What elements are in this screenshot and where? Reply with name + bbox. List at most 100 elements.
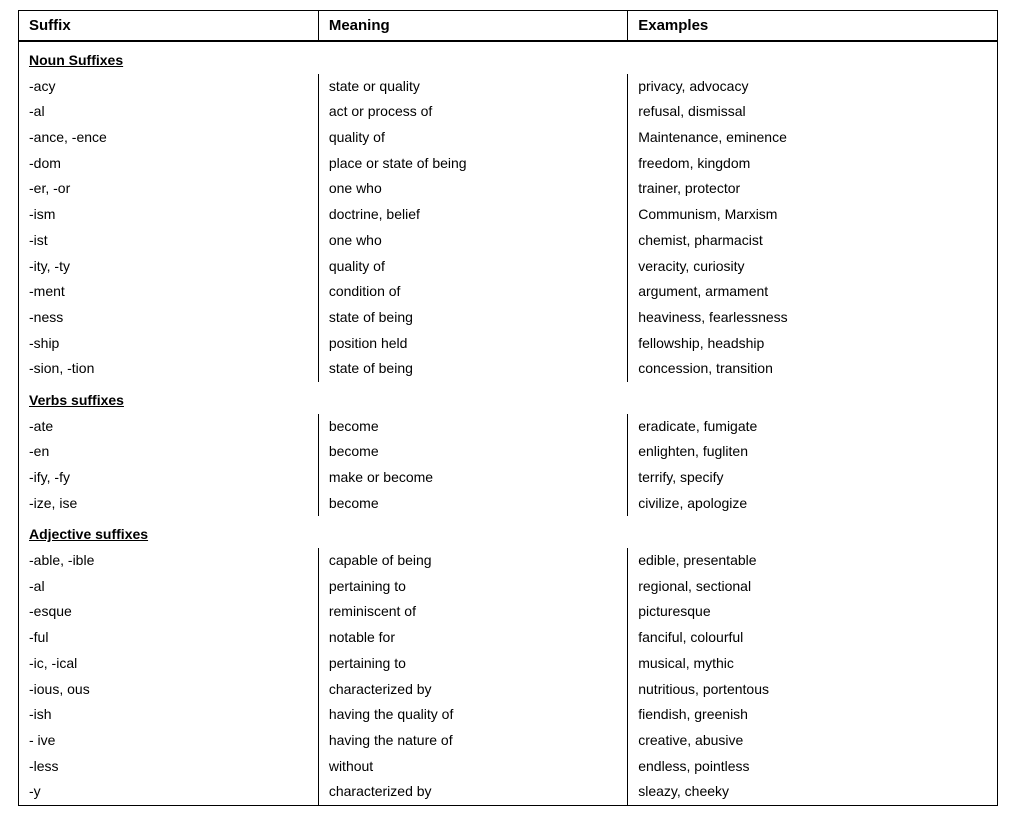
table-row: Verbs suffixes [19, 382, 997, 414]
suffix-table: Suffix Meaning Examples Noun Suffixes-ac… [19, 11, 997, 805]
meaning-cell: doctrine, belief [318, 202, 627, 228]
table-row: -acystate or qualityprivacy, advocacy [19, 74, 997, 100]
table-row: -atebecomeeradicate, fumigate [19, 414, 997, 440]
table-row: -alact or process ofrefusal, dismissal [19, 99, 997, 125]
suffix-cell: -ious, ous [19, 677, 318, 703]
section-header-cell: Verbs suffixes [19, 382, 997, 414]
examples-cell: fellowship, headship [628, 331, 997, 357]
suffix-cell: -ism [19, 202, 318, 228]
suffix-cell: -ful [19, 625, 318, 651]
examples-cell: endless, pointless [628, 754, 997, 780]
table-row: -ance, -encequality ofMaintenance, emine… [19, 125, 997, 151]
examples-cell: veracity, curiosity [628, 254, 997, 280]
examples-cell: civilize, apologize [628, 491, 997, 517]
table-row: -istone whochemist, pharmacist [19, 228, 997, 254]
examples-cell: Communism, Marxism [628, 202, 997, 228]
suffix-cell: -ize, ise [19, 491, 318, 517]
examples-cell: enlighten, fugliten [628, 439, 997, 465]
examples-cell: trainer, protector [628, 176, 997, 202]
suffix-cell: -ic, -ical [19, 651, 318, 677]
examples-cell: Maintenance, eminence [628, 125, 997, 151]
suffix-cell: -ist [19, 228, 318, 254]
table-row: -ishhaving the quality offiendish, green… [19, 702, 997, 728]
examples-cell: privacy, advocacy [628, 74, 997, 100]
suffix-cell: -ity, -ty [19, 254, 318, 280]
meaning-cell: having the quality of [318, 702, 627, 728]
suffix-cell: -ness [19, 305, 318, 331]
suffix-cell: -al [19, 574, 318, 600]
table-row: -ious, ouscharacterized bynutritious, po… [19, 677, 997, 703]
table-row: -mentcondition ofargument, armament [19, 279, 997, 305]
section-header-cell: Adjective suffixes [19, 516, 997, 548]
meaning-cell: quality of [318, 125, 627, 151]
meaning-cell: notable for [318, 625, 627, 651]
meaning-cell: quality of [318, 254, 627, 280]
meaning-cell: become [318, 491, 627, 517]
examples-cell: terrify, specify [628, 465, 997, 491]
examples-cell: creative, abusive [628, 728, 997, 754]
table-row: -sion, -tionstate of beingconcession, tr… [19, 356, 997, 382]
examples-cell: refusal, dismissal [628, 99, 997, 125]
examples-cell: fiendish, greenish [628, 702, 997, 728]
suffix-cell: -ish [19, 702, 318, 728]
table-row: -fulnotable forfanciful, colourful [19, 625, 997, 651]
suffix-cell: -ship [19, 331, 318, 357]
meaning-cell: position held [318, 331, 627, 357]
table-row: -able, -iblecapable of beingedible, pres… [19, 548, 997, 574]
examples-header: Examples [628, 11, 997, 41]
suffix-cell: -sion, -tion [19, 356, 318, 382]
meaning-cell: place or state of being [318, 151, 627, 177]
suffix-cell: -ate [19, 414, 318, 440]
examples-cell: chemist, pharmacist [628, 228, 997, 254]
suffix-table-container: Suffix Meaning Examples Noun Suffixes-ac… [18, 10, 998, 806]
examples-cell: sleazy, cheeky [628, 779, 997, 805]
meaning-cell: pertaining to [318, 651, 627, 677]
examples-cell: concession, transition [628, 356, 997, 382]
suffix-header: Suffix [19, 11, 318, 41]
suffix-cell: -dom [19, 151, 318, 177]
table-row: -lesswithoutendless, pointless [19, 754, 997, 780]
meaning-cell: pertaining to [318, 574, 627, 600]
table-row: -shipposition heldfellowship, headship [19, 331, 997, 357]
section-header-cell: Noun Suffixes [19, 41, 997, 74]
meaning-cell: having the nature of [318, 728, 627, 754]
examples-cell: fanciful, colourful [628, 625, 997, 651]
table-row: -enbecomeenlighten, fugliten [19, 439, 997, 465]
suffix-cell: -ify, -fy [19, 465, 318, 491]
table-row: -ity, -tyquality ofveracity, curiosity [19, 254, 997, 280]
examples-cell: eradicate, fumigate [628, 414, 997, 440]
examples-cell: freedom, kingdom [628, 151, 997, 177]
suffix-cell: -y [19, 779, 318, 805]
suffix-cell: -er, -or [19, 176, 318, 202]
meaning-cell: one who [318, 176, 627, 202]
suffix-cell: - ive [19, 728, 318, 754]
meaning-cell: one who [318, 228, 627, 254]
table-header-row: Suffix Meaning Examples [19, 11, 997, 41]
meaning-cell: act or process of [318, 99, 627, 125]
examples-cell: edible, presentable [628, 548, 997, 574]
meaning-cell: state of being [318, 356, 627, 382]
table-row: -ic, -icalpertaining tomusical, mythic [19, 651, 997, 677]
table-row: -ismdoctrine, beliefCommunism, Marxism [19, 202, 997, 228]
suffix-cell: -esque [19, 599, 318, 625]
table-body: Noun Suffixes-acystate or qualityprivacy… [19, 41, 997, 805]
suffix-cell: -en [19, 439, 318, 465]
meaning-header: Meaning [318, 11, 627, 41]
table-row: -domplace or state of beingfreedom, king… [19, 151, 997, 177]
table-row: Adjective suffixes [19, 516, 997, 548]
examples-cell: musical, mythic [628, 651, 997, 677]
meaning-cell: state or quality [318, 74, 627, 100]
examples-cell: nutritious, portentous [628, 677, 997, 703]
table-row: Noun Suffixes [19, 41, 997, 74]
meaning-cell: capable of being [318, 548, 627, 574]
meaning-cell: reminiscent of [318, 599, 627, 625]
suffix-cell: -less [19, 754, 318, 780]
suffix-cell: -ance, -ence [19, 125, 318, 151]
suffix-cell: -acy [19, 74, 318, 100]
table-row: -ycharacterized bysleazy, cheeky [19, 779, 997, 805]
suffix-cell: -al [19, 99, 318, 125]
suffix-cell: -ment [19, 279, 318, 305]
table-row: -alpertaining toregional, sectional [19, 574, 997, 600]
meaning-cell: characterized by [318, 779, 627, 805]
meaning-cell: make or become [318, 465, 627, 491]
